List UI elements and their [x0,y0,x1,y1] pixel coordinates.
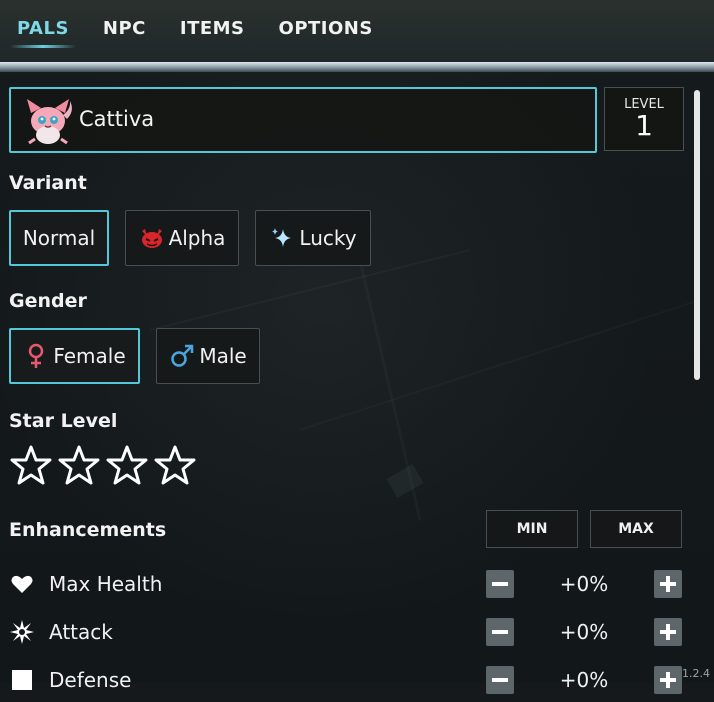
star-rating [10,444,196,486]
increase-button[interactable] [654,666,682,694]
gender-title: Gender [9,290,87,312]
gender-female-label: Female [53,344,126,368]
male-symbol-icon [169,343,195,369]
variant-normal-label: Normal [22,226,96,250]
decrease-button[interactable] [486,570,514,598]
red-demon-icon [139,225,165,251]
enhancement-row-attack: Attack +0% [0,614,714,654]
female-symbol-icon [23,343,49,369]
decrease-button[interactable] [486,618,514,646]
variant-lucky-label: Lucky [299,226,357,250]
tab-items[interactable]: ITEMS [173,18,252,39]
gender-male-label: Male [199,344,247,368]
increase-button[interactable] [654,570,682,598]
star-icon-2[interactable] [58,444,100,486]
variant-title: Variant [9,172,87,194]
max-button[interactable]: MAX [590,510,682,548]
pal-name: Cattiva [79,107,155,131]
max-button-label: MAX [618,521,654,537]
level-box[interactable]: LEVEL 1 [604,87,684,151]
enhancement-row-defense: Defense +0% [0,662,714,702]
shield-icon [12,670,32,690]
tab-list: PALS NPC ITEMS OPTIONS [10,18,380,48]
enhancement-value: +0% [559,668,609,692]
star-icon-4[interactable] [154,444,196,486]
enhancement-label: Defense [49,668,132,692]
enhancement-value: +0% [559,620,609,644]
tab-npc[interactable]: NPC [96,18,153,39]
gender-female-button[interactable]: Female [9,328,140,384]
enhancements-title: Enhancements [9,519,167,541]
enhancement-value: +0% [559,572,609,596]
heart-icon [11,575,33,593]
pal-selector[interactable]: Cattiva [9,87,597,153]
gender-male-button[interactable]: Male [156,328,260,384]
decrease-button[interactable] [486,666,514,694]
header-divider [0,62,714,72]
tab-pals[interactable]: PALS [10,18,76,48]
version-label: 1.2.4 [682,667,710,680]
min-button-label: MIN [516,521,548,537]
burst-icon [10,620,34,644]
variant-normal-button[interactable]: Normal [9,210,109,266]
variant-alpha-button[interactable]: Alpha [125,210,239,266]
enhancement-label: Attack [49,620,113,644]
enhancement-row-max-health: Max Health +0% [0,566,714,606]
increase-button[interactable] [654,618,682,646]
star-icon-1[interactable] [10,444,52,486]
cattiva-pal-icon [27,99,72,145]
min-button[interactable]: MIN [486,510,578,548]
sparkle-icon [269,225,295,251]
top-nav-bar: PALS NPC ITEMS OPTIONS [0,0,714,62]
variant-alpha-label: Alpha [168,226,226,250]
tab-options[interactable]: OPTIONS [272,18,380,39]
enhancement-label: Max Health [49,572,163,596]
variant-lucky-button[interactable]: Lucky [255,210,371,266]
star-icon-3[interactable] [106,444,148,486]
level-value: 1 [635,109,653,142]
scrollbar[interactable] [694,90,700,380]
star-level-title: Star Level [9,410,118,432]
